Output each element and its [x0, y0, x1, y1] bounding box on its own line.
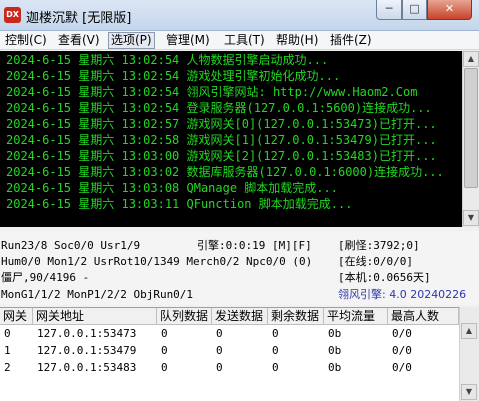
minimize-button[interactable]: ─	[376, 0, 402, 20]
engine-version: 翎风引擎: 4.0 20240226	[338, 288, 467, 301]
status-panel: Run23/8 Soc0/0 Usr1/9 引擎:0:0:19 [M][F] […	[0, 231, 479, 305]
table-cell[interactable]: 0	[212, 360, 223, 377]
title-bar: DX 迦楼沉默 [无限版] ─ □ ✕	[0, 0, 479, 31]
maximize-button[interactable]: □	[402, 0, 427, 20]
log-line: 2024-6-15 星期六 13:02:58 游戏网关[1](127.0.0.1…	[6, 133, 437, 147]
table-cell[interactable]: 0	[157, 326, 168, 343]
log-line: 2024-6-15 星期六 13:03:02 数据库服务器(127.0.0.1:…	[6, 165, 444, 179]
log-scrollbar[interactable]: ▲ ▼	[462, 51, 479, 227]
window-title: 迦楼沉默 [无限版]	[26, 11, 132, 26]
table-scrollbar[interactable]: ▲ ▼	[459, 307, 479, 401]
table-cell[interactable]: 1	[0, 343, 11, 360]
table-cell[interactable]: 0	[212, 343, 223, 360]
status-monster-refresh: [刷怪:3792;0]	[338, 239, 420, 252]
table-cell[interactable]: 127.0.0.1:53483	[33, 360, 136, 377]
table-cell[interactable]: 0	[0, 326, 11, 343]
log-line: 2024-6-15 星期六 13:02:54 游戏处理引擎初始化成功...	[6, 69, 341, 83]
close-button[interactable]: ✕	[427, 0, 472, 20]
log-line: 2024-6-15 星期六 13:03:11 QFunction 脚本加载完成.…	[6, 197, 353, 211]
table-cell[interactable]: 0	[268, 360, 279, 377]
gateway-table[interactable]: 网关 网关地址 队列数据 发送数据 剩余数据 平均流量 最高人数 0 127.0…	[0, 307, 479, 401]
table-cell[interactable]: 2	[0, 360, 11, 377]
column-header[interactable]: 发送数据	[212, 308, 268, 325]
table-cell[interactable]: 0/0	[388, 360, 412, 377]
table-cell[interactable]: 0b	[324, 326, 341, 343]
table-cell[interactable]: 0/0	[388, 343, 412, 360]
table-cell[interactable]: 0	[157, 343, 168, 360]
table-cell[interactable]: 0	[268, 343, 279, 360]
menu-help[interactable]: 帮助(H)	[274, 32, 320, 49]
menu-plugins[interactable]: 插件(Z)	[328, 32, 374, 49]
column-header[interactable]: 网关	[0, 308, 33, 325]
log-line: 2024-6-15 星期六 13:03:00 游戏网关[2](127.0.0.1…	[6, 149, 437, 163]
log-line: 2024-6-15 星期六 13:02:57 游戏网关[0](127.0.0.1…	[6, 117, 437, 131]
log-line: 2024-6-15 星期六 13:02:54 登录服务器(127.0.0.1:5…	[6, 101, 432, 115]
column-header[interactable]: 剩余数据	[268, 308, 324, 325]
table-cell[interactable]: 0b	[324, 360, 341, 377]
menu-bar: 控制(C) 查看(V) 选项(P) 管理(M) 工具(T) 帮助(H) 插件(Z…	[0, 31, 479, 50]
column-header[interactable]: 最高人数	[388, 308, 459, 325]
table-cell[interactable]: 0	[268, 326, 279, 343]
status-zombie: 僵尸,90/4196 -	[1, 271, 90, 284]
log-line: 2024-6-15 星期六 13:02:54 翎风引擎网站: http://ww…	[6, 85, 418, 99]
menu-manage[interactable]: 管理(M)	[164, 32, 212, 49]
table-cell[interactable]: 0	[212, 326, 223, 343]
status-run: Run23/8 Soc0/0 Usr1/9	[1, 239, 141, 252]
scroll-up-icon[interactable]: ▲	[463, 51, 479, 67]
log-panel[interactable]: 2024-6-15 星期六 13:02:54 人物数据引擎启动成功... 202…	[0, 51, 462, 227]
column-header[interactable]: 队列数据	[157, 308, 212, 325]
table-cell[interactable]: 127.0.0.1:53479	[33, 343, 136, 360]
status-mong: MonG1/1/2 MonP1/2/2 ObjRun0/1	[1, 288, 194, 301]
table-cell[interactable]: 0b	[324, 343, 341, 360]
table-cell[interactable]: 0/0	[388, 326, 412, 343]
log-line: 2024-6-15 星期六 13:03:08 QManage 脚本加载完成...	[6, 181, 338, 195]
menu-control[interactable]: 控制(C)	[3, 32, 49, 49]
status-local: [本机:0.0656天]	[338, 271, 431, 284]
column-header[interactable]: 网关地址	[33, 308, 157, 325]
scroll-down-icon[interactable]: ▼	[461, 384, 477, 400]
menu-options[interactable]: 选项(P)	[108, 32, 155, 49]
status-hum: Hum0/0 Mon1/2 UsrRot10/1349 Merch0/2 Npc…	[1, 255, 313, 268]
table-cell[interactable]: 127.0.0.1:53473	[33, 326, 136, 343]
scroll-down-icon[interactable]: ▼	[463, 210, 479, 226]
menu-view[interactable]: 查看(V)	[56, 32, 102, 49]
status-engine-time: 引擎:0:0:19 [M][F]	[197, 239, 312, 252]
menu-tools[interactable]: 工具(T)	[222, 32, 267, 49]
scroll-up-icon[interactable]: ▲	[461, 323, 477, 339]
table-cell[interactable]: 0	[157, 360, 168, 377]
status-online: [在线:0/0/0]	[338, 255, 413, 268]
column-header[interactable]: 平均流量	[324, 308, 388, 325]
log-line: 2024-6-15 星期六 13:02:54 人物数据引擎启动成功...	[6, 53, 329, 67]
scroll-thumb[interactable]	[464, 68, 478, 188]
app-icon[interactable]: DX	[4, 7, 21, 23]
